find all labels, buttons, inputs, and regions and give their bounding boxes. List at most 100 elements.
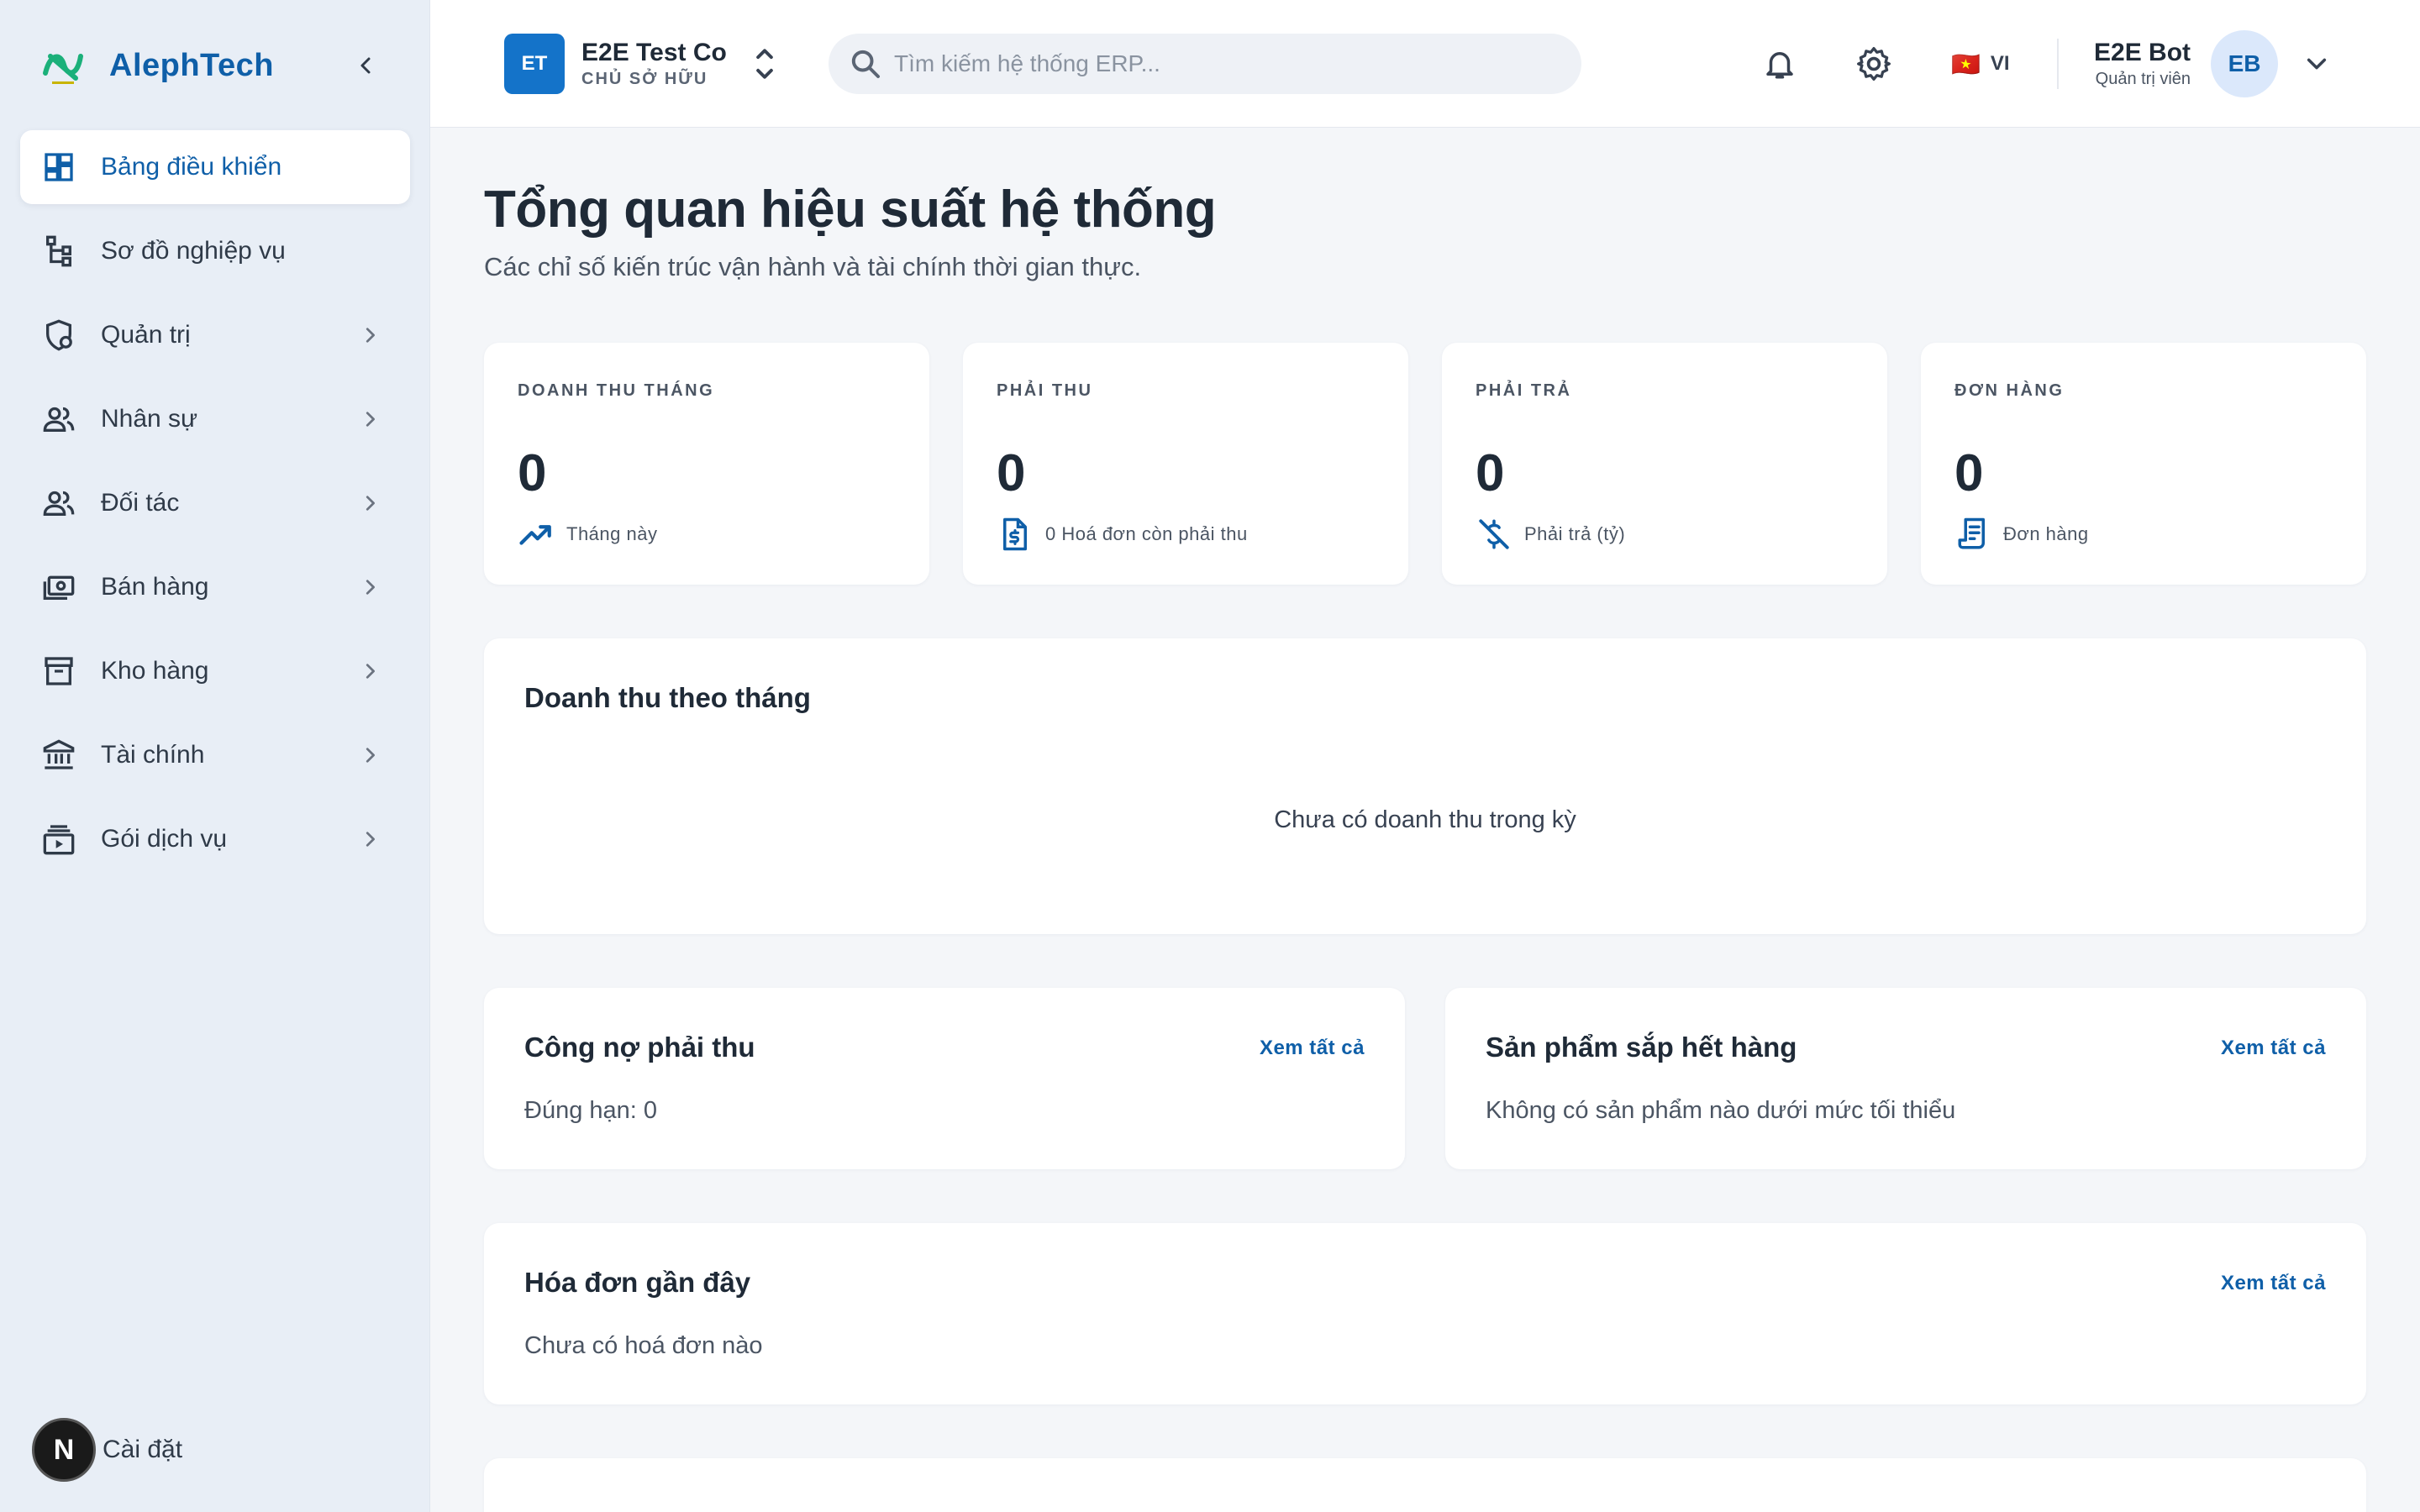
top-header: ET E2E Test Co CHỦ SỞ HỮU 🇻🇳 VI — [430, 0, 2420, 128]
chevron-right-icon — [356, 742, 383, 769]
card-body-text: Không có sản phẩm nào dưới mức tối thiểu — [1486, 1097, 1956, 1124]
stat-card-orders: Đơn hàng 0 Đơn hàng — [1921, 343, 2366, 585]
user-menu[interactable]: E2E Bot Quản trị viên EB — [2094, 30, 2332, 97]
sidebar-item-partners[interactable]: Đối tác — [20, 466, 410, 540]
sidebar-item-plans[interactable]: Gói dịch vụ — [20, 802, 410, 876]
invoice-dollar-icon — [997, 516, 1034, 553]
receipt-icon — [1954, 516, 1991, 553]
language-switcher[interactable]: 🇻🇳 VI — [1951, 44, 2010, 84]
chevron-right-icon — [356, 574, 383, 601]
chevron-down-icon — [2302, 49, 2332, 79]
search-input[interactable] — [894, 50, 1549, 77]
chevron-right-icon — [356, 322, 383, 349]
sidebar: AlephTech Bảng điều khiển Sơ đồ nghiệp v… — [0, 0, 430, 1512]
unfold-icon — [752, 42, 777, 86]
stat-value: 0 — [518, 444, 547, 502]
sidebar-item-warehouse[interactable]: Kho hàng — [20, 634, 410, 708]
nextjs-badge-icon[interactable]: N — [32, 1418, 96, 1482]
chevron-right-icon — [356, 490, 383, 517]
org-name: E2E Test Co — [581, 39, 727, 66]
recent-invoices-card: Hóa đơn gần đây Xem tất cả Chưa có hoá đ… — [484, 1223, 2366, 1404]
inventory-box-icon — [40, 653, 77, 690]
sidebar-item-finance[interactable]: Tài chính — [20, 718, 410, 792]
sidebar-item-sales[interactable]: Bán hàng — [20, 550, 410, 624]
card-body-text: Chưa có hoá đơn nào — [524, 1332, 763, 1359]
payments-icon — [40, 569, 77, 606]
stat-card-payable: Phải trả 0 Phải trả (tỷ) — [1442, 343, 1887, 585]
people-icon — [40, 401, 77, 438]
revenue-by-month-card: Doanh thu theo tháng Chưa có doanh thu t… — [484, 638, 2366, 934]
collapse-sidebar-button[interactable] — [350, 47, 383, 84]
money-off-icon — [1476, 516, 1512, 553]
stat-label: Phải thu — [997, 381, 1093, 400]
account-tree-icon — [40, 233, 77, 270]
sidebar-nav: Bảng điều khiển Sơ đồ nghiệp vụ Quản trị… — [20, 130, 410, 886]
trending-up-icon — [518, 516, 555, 553]
vietnam-flag-icon: 🇻🇳 — [1951, 50, 1981, 78]
stat-foot-text: 0 Hoá đơn còn phải thu — [1045, 523, 1248, 544]
chevron-right-icon — [356, 826, 383, 853]
stat-foot-text: Phải trả (tỷ) — [1524, 523, 1626, 544]
card-title: Sản phẩm sắp hết hàng — [1486, 1032, 1797, 1063]
search-box[interactable] — [829, 34, 1581, 94]
next-card-partial — [484, 1458, 2366, 1512]
view-all-invoices-link[interactable]: Xem tất cả — [2221, 1272, 2326, 1295]
settings-label: Cài đặt — [103, 1436, 183, 1463]
org-role: CHỦ SỞ HỮU — [581, 70, 708, 88]
stat-label: Phải trả — [1476, 381, 1572, 400]
subscriptions-icon — [40, 821, 77, 858]
empty-state: Chưa có doanh thu trong kỳ — [1274, 806, 1576, 833]
user-role: Quản trị viên — [2095, 70, 2191, 88]
search-icon — [851, 50, 880, 78]
sidebar-item-label: Đối tác — [101, 489, 180, 517]
brand[interactable]: AlephTech — [42, 42, 274, 89]
card-title: Doanh thu theo tháng — [524, 682, 811, 713]
language-code: VI — [1990, 52, 2010, 75]
avatar: EB — [2211, 30, 2279, 97]
sidebar-settings[interactable]: N Cài đặt — [32, 1418, 182, 1482]
stat-value: 0 — [1954, 444, 1984, 502]
card-body-text: Đúng hạn: 0 — [524, 1097, 658, 1124]
stat-foot-text: Tháng này — [566, 523, 658, 544]
sidebar-item-label: Tài chính — [101, 741, 205, 769]
card-title: Công nợ phải thu — [524, 1032, 755, 1063]
bell-icon — [1766, 52, 1793, 79]
sidebar-item-label: Bán hàng — [101, 573, 209, 601]
sidebar-item-label: Kho hàng — [101, 657, 209, 685]
stat-label: Đơn hàng — [1954, 381, 2065, 400]
settings-button[interactable] — [1850, 40, 1897, 87]
view-all-low-stock-link[interactable]: Xem tất cả — [2221, 1037, 2326, 1060]
stat-foot-text: Đơn hàng — [2003, 523, 2089, 544]
organization-switcher[interactable]: ET E2E Test Co CHỦ SỞ HỮU — [504, 34, 777, 94]
sidebar-item-label: Gói dịch vụ — [101, 825, 228, 853]
chevron-right-icon — [356, 658, 383, 685]
sidebar-item-dashboard[interactable]: Bảng điều khiển — [20, 130, 410, 204]
stat-value: 0 — [997, 444, 1026, 502]
gear-icon — [1857, 47, 1891, 81]
stat-value: 0 — [1476, 444, 1505, 502]
bank-icon — [40, 737, 77, 774]
brand-name: AlephTech — [109, 47, 274, 83]
sidebar-item-hr[interactable]: Nhân sự — [20, 382, 410, 456]
alephtech-logo-icon — [43, 54, 83, 84]
sidebar-item-diagram[interactable]: Sơ đồ nghiệp vụ — [20, 214, 410, 288]
main-content: Tổng quan hiệu suất hệ thống Các chỉ số … — [430, 128, 2420, 1512]
notifications-button[interactable] — [1756, 40, 1803, 87]
view-all-receivables-link[interactable]: Xem tất cả — [1260, 1037, 1365, 1060]
user-name: E2E Bot — [2094, 39, 2191, 66]
partners-icon — [40, 485, 77, 522]
sidebar-item-label: Sơ đồ nghiệp vụ — [101, 237, 286, 265]
stat-cards: Doanh thu tháng 0 Tháng này Phải thu 0 0… — [484, 343, 2366, 585]
sidebar-item-admin[interactable]: Quản trị — [20, 298, 410, 372]
page-subtitle: Các chỉ số kiến trúc vận hành và tài chí… — [484, 252, 1142, 281]
stat-card-receivable: Phải thu 0 0 Hoá đơn còn phải thu — [963, 343, 1408, 585]
admin-shield-icon — [40, 317, 77, 354]
sidebar-item-label: Bảng điều khiển — [101, 153, 282, 181]
sidebar-item-label: Quản trị — [101, 321, 191, 349]
stat-label: Doanh thu tháng — [518, 381, 715, 400]
low-stock-card: Sản phẩm sắp hết hàng Xem tất cả Không c… — [1445, 988, 2366, 1169]
dashboard-icon — [40, 149, 77, 186]
chevron-right-icon — [356, 406, 383, 433]
page-title: Tổng quan hiệu suất hệ thống — [484, 181, 1217, 239]
card-title: Hóa đơn gần đây — [524, 1267, 751, 1298]
